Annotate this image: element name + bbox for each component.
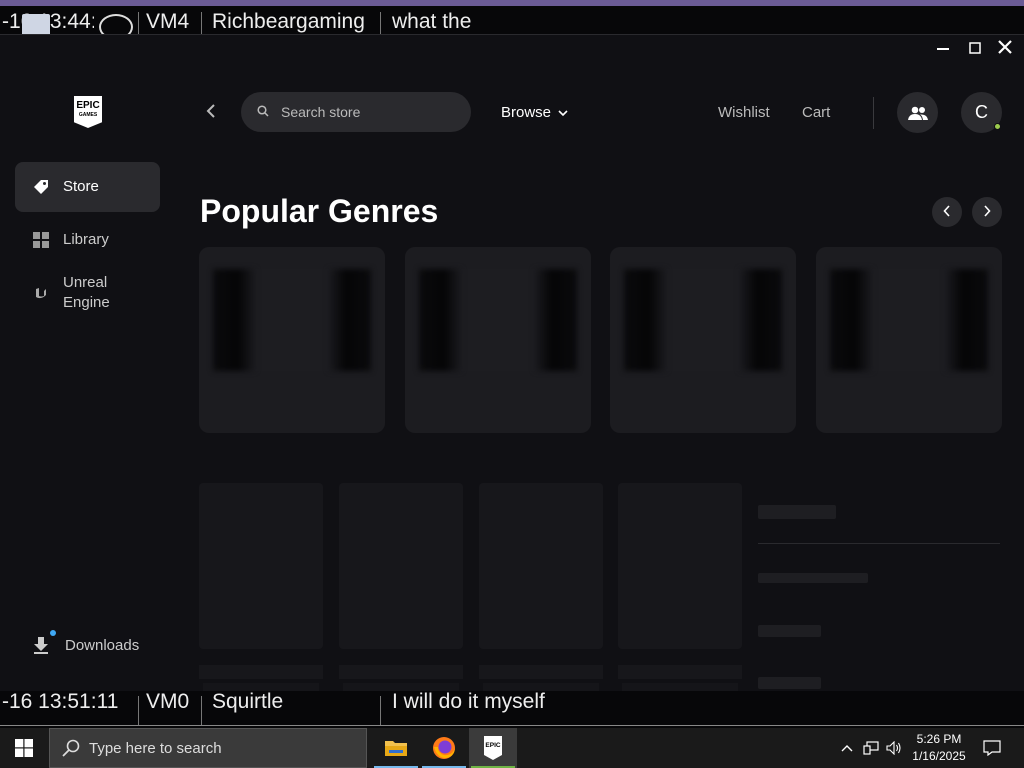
- genre-card-placeholder[interactable]: [816, 247, 1002, 433]
- taskbar-clock[interactable]: 5:26 PM 1/16/2025: [906, 731, 972, 765]
- list-divider: [758, 543, 1000, 544]
- windows-icon: [15, 739, 33, 757]
- genre-card-placeholder[interactable]: [199, 247, 385, 433]
- game-tile-placeholder[interactable]: [479, 483, 603, 649]
- taskbar-search-input[interactable]: Type here to search: [49, 728, 367, 768]
- clock-date: 1/16/2025: [912, 749, 966, 763]
- sidebar-item-label: Unreal Engine: [63, 274, 110, 311]
- notification-dot: [50, 630, 56, 636]
- unreal-icon: [31, 283, 51, 303]
- svg-text:EPIC: EPIC: [485, 742, 500, 749]
- speaker-icon: [886, 741, 901, 755]
- skeleton-line: [758, 677, 821, 689]
- skeleton-line: [483, 683, 599, 691]
- back-button[interactable]: [206, 102, 216, 123]
- network-icon: [863, 741, 879, 755]
- clock-time: 5:26 PM: [916, 732, 962, 746]
- skeleton-line: [758, 625, 821, 637]
- taskbar-app-epic-games[interactable]: EPIC: [469, 728, 517, 768]
- search-icon: [257, 104, 269, 120]
- taskbar: Type here to search EPIC 5:26 PM 1/16/20…: [0, 728, 1024, 768]
- taskbar-app-firefox[interactable]: [420, 728, 468, 768]
- start-button[interactable]: [0, 728, 48, 768]
- grid-icon: [31, 230, 51, 250]
- carousel-prev-button[interactable]: [932, 197, 962, 227]
- skeleton-line: [618, 665, 742, 679]
- sidebar: EPIC GAMES Store Library Unreal Engine D…: [0, 35, 176, 691]
- browse-label: Browse: [501, 104, 552, 121]
- epic-games-icon: EPIC: [484, 736, 502, 760]
- volume-tray-button[interactable]: [884, 728, 904, 768]
- section-title: Popular Genres: [200, 193, 439, 229]
- sidebar-item-library[interactable]: Library: [15, 220, 160, 260]
- show-hidden-icons-button[interactable]: [838, 728, 856, 768]
- sidebar-item-label: Library: [63, 231, 109, 248]
- chat-row: -16 13:51:11 VM0 Squirtle I will do it m…: [0, 690, 1024, 726]
- genre-card-placeholder[interactable]: [405, 247, 591, 433]
- game-tile-placeholder[interactable]: [339, 483, 463, 649]
- search-placeholder: Search store: [281, 104, 361, 120]
- friends-button[interactable]: [897, 92, 938, 133]
- sidebar-item-unreal-engine[interactable]: Unreal Engine: [15, 271, 160, 315]
- skeleton-line: [343, 683, 459, 691]
- top-navigation: Search store Browse Wishlist Cart C: [176, 35, 1024, 185]
- search-icon: [62, 739, 80, 761]
- cart-link[interactable]: Cart: [802, 104, 830, 121]
- user-avatar[interactable]: C: [961, 92, 1002, 133]
- downloads-label: Downloads: [65, 637, 140, 654]
- taskbar-search-placeholder: Type here to search: [89, 740, 222, 757]
- header-divider: [873, 97, 874, 129]
- skeleton-line: [758, 573, 868, 583]
- online-status-dot: [994, 123, 1001, 130]
- skeleton-line: [339, 665, 463, 679]
- chevron-down-icon: [558, 110, 568, 117]
- download-icon: [33, 635, 49, 655]
- taskbar-app-file-explorer[interactable]: [372, 728, 420, 768]
- firefox-icon: [433, 737, 455, 759]
- network-tray-button[interactable]: [861, 728, 881, 768]
- avatar-initial: C: [975, 102, 988, 122]
- carousel-next-button[interactable]: [972, 197, 1002, 227]
- genre-card-placeholder[interactable]: [610, 247, 796, 433]
- browse-dropdown[interactable]: Browse: [501, 104, 568, 121]
- game-tile-placeholder[interactable]: [618, 483, 742, 649]
- game-tile-placeholder[interactable]: [199, 483, 323, 649]
- epic-games-logo[interactable]: EPIC GAMES: [74, 96, 102, 128]
- skeleton-heading: [758, 505, 836, 519]
- epic-launcher-window: EPIC GAMES Store Library Unreal Engine D…: [0, 34, 1024, 691]
- skeleton-line: [199, 665, 323, 679]
- chevron-up-icon: [841, 745, 853, 752]
- chevron-right-icon: [984, 205, 991, 217]
- sidebar-item-store[interactable]: Store: [15, 162, 160, 212]
- skeleton-line: [479, 665, 603, 679]
- chevron-left-icon: [206, 104, 215, 118]
- wishlist-link[interactable]: Wishlist: [718, 104, 770, 121]
- file-explorer-icon: [385, 741, 407, 756]
- friends-icon: [907, 106, 928, 120]
- sidebar-item-label: Store: [63, 178, 99, 195]
- notepad-icon: [22, 14, 50, 36]
- tag-icon: [31, 177, 51, 197]
- chevron-left-icon: [943, 205, 950, 217]
- notification-icon: [983, 740, 1001, 756]
- skeleton-line: [203, 683, 319, 691]
- action-center-button[interactable]: [980, 728, 1004, 768]
- skeleton-line: [622, 683, 738, 691]
- store-search-input[interactable]: Search store: [241, 92, 471, 132]
